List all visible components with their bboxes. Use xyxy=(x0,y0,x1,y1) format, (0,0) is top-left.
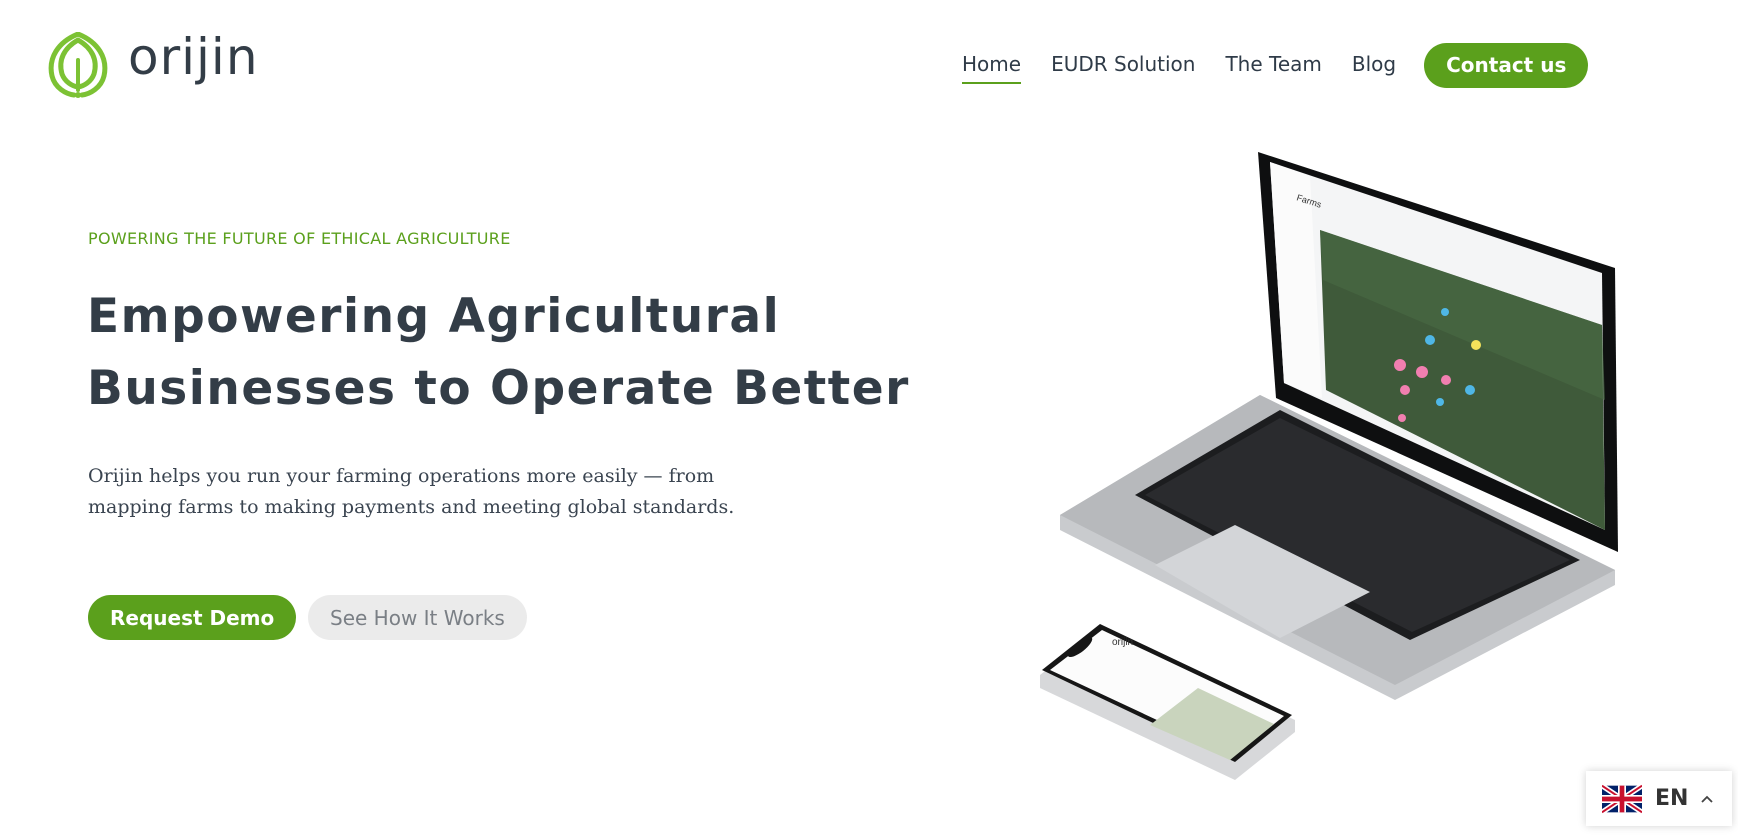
phone-image: orijin xyxy=(1040,624,1295,780)
main-nav: Home EUDR Solution The Team Blog Contact… xyxy=(962,42,1589,88)
headline-line-1: Empowering Agricultural xyxy=(87,289,781,344)
nav-home[interactable]: Home xyxy=(962,46,1022,84)
description-line-1: Orijin helps you run your farming operat… xyxy=(88,465,715,487)
contact-us-button[interactable]: Contact us xyxy=(1424,42,1589,88)
language-code: EN xyxy=(1655,786,1689,811)
laptop-image: Farms xyxy=(1060,152,1618,700)
hero-description: Orijin helps you run your farming operat… xyxy=(88,461,734,523)
see-how-it-works-button[interactable]: See How It Works xyxy=(308,595,527,640)
headline-line-2: Businesses to Operate Better xyxy=(87,361,910,416)
nav-eudr-solution[interactable]: EUDR Solution xyxy=(1051,46,1195,84)
request-demo-button[interactable]: Request Demo xyxy=(88,595,297,640)
hero-eyebrow: POWERING THE FUTURE OF ETHICAL AGRICULTU… xyxy=(88,229,511,248)
brand-name: orijin xyxy=(128,28,259,86)
language-switcher[interactable]: EN xyxy=(1586,771,1732,826)
phone-brand: orijin xyxy=(1112,637,1133,648)
devices-illustration: Farms orijin xyxy=(1040,152,1618,780)
leaf-logo-icon xyxy=(48,32,108,98)
chevron-up-icon xyxy=(1701,795,1714,803)
uk-flag-icon xyxy=(1602,783,1642,814)
description-line-2: mapping farms to making payments and mee… xyxy=(88,496,735,518)
nav-the-team[interactable]: The Team xyxy=(1225,46,1321,84)
site-logo[interactable]: orijin xyxy=(46,28,258,98)
hero-headline: Empowering Agricultural Businesses to Op… xyxy=(87,281,910,425)
nav-blog[interactable]: Blog xyxy=(1352,46,1396,84)
